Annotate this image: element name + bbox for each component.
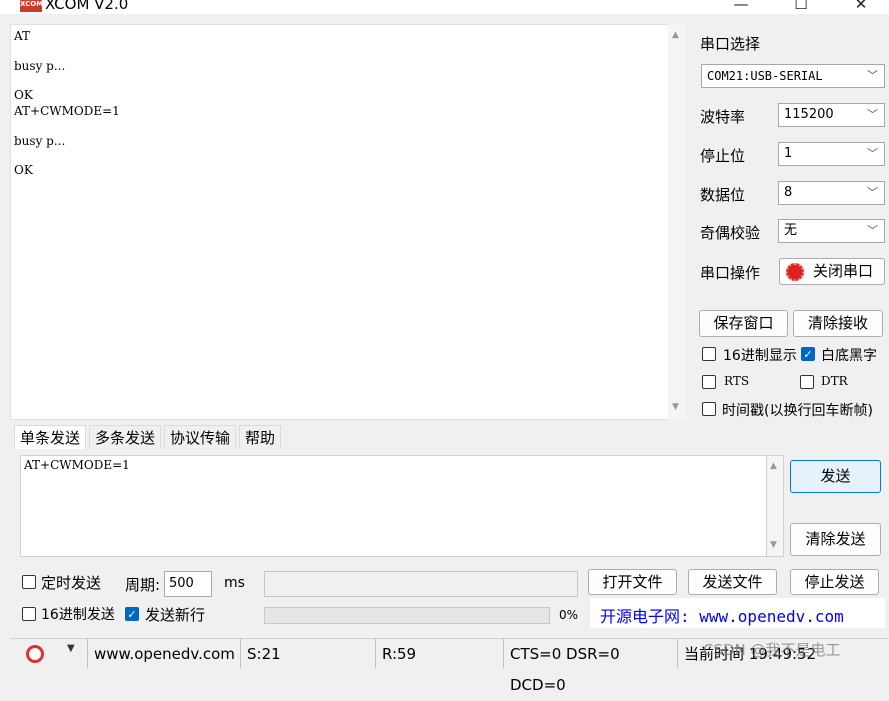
scroll-down-icon[interactable]: ▼ (770, 540, 777, 550)
rts-checkbox[interactable] (702, 375, 716, 389)
title-bar: XCOM XCOM V2.0 — ☐ ✕ (0, 0, 889, 14)
status-lines: CTS=0 DSR=0 DCD=0 (503, 639, 677, 694)
hex-send-checkbox[interactable] (22, 607, 36, 621)
open-file-button[interactable]: 打开文件 (588, 569, 677, 595)
hex-display-checkbox[interactable] (702, 347, 716, 361)
recv-line: OK (14, 88, 33, 102)
port-value: COM21:USB-SERIAL (707, 69, 823, 83)
tab-help[interactable]: 帮助 (239, 425, 282, 449)
watermark: CSDN @我不是电工 (703, 641, 841, 659)
status-received: R:59 (375, 639, 503, 668)
stop-bits-value: 1 (784, 146, 793, 161)
record-icon[interactable] (26, 645, 44, 663)
stop-bits-label: 停止位 (700, 147, 746, 165)
send-button[interactable]: 发送 (790, 460, 881, 493)
port-select[interactable]: COM21:USB-SERIAL ﹀ (701, 64, 885, 88)
scroll-up-icon[interactable]: ▲ (770, 461, 777, 471)
send-textarea[interactable]: AT+CWMODE=1 (20, 455, 768, 557)
baud-label: 波特率 (700, 108, 746, 126)
recv-line: busy p... (14, 59, 66, 73)
stop-icon (786, 263, 804, 281)
parity-value: 无 (784, 223, 798, 238)
recv-line: OK (14, 163, 33, 177)
clear-receive-button[interactable]: 清除接收 (793, 310, 883, 337)
send-text: AT+CWMODE=1 (24, 458, 130, 472)
port-select-label: 串口选择 (700, 35, 761, 53)
chevron-down-icon[interactable]: ▼ (67, 643, 75, 654)
status-sent: S:21 (240, 639, 375, 668)
baud-select[interactable]: 115200 ﹀ (778, 103, 885, 127)
data-bits-select[interactable]: 8 ﹀ (778, 181, 885, 205)
tab-protocol[interactable]: 协议传输 (164, 425, 237, 449)
minimize-button[interactable]: — (718, 0, 764, 14)
chevron-down-icon: ﹀ (867, 186, 878, 199)
parity-select[interactable]: 无 ﹀ (778, 219, 885, 243)
stop-send-button[interactable]: 停止发送 (790, 569, 879, 595)
maximize-button[interactable]: ☐ (778, 0, 824, 14)
file-path-field[interactable] (264, 571, 578, 597)
app-icon: XCOM (20, 0, 43, 12)
progress-text: 0% (559, 608, 579, 622)
receive-textarea[interactable]: AT busy p... OK AT+CWMODE=1 busy p... OK (10, 24, 670, 420)
status-url[interactable]: www.openedv.com (87, 639, 239, 668)
recv-line: AT (14, 29, 31, 43)
chevron-down-icon: ﹀ (867, 69, 878, 82)
site-banner-text: 开源电子网: www.openedv.com (600, 607, 844, 626)
timed-send-label: 定时发送 (41, 574, 102, 592)
close-button[interactable]: ✕ (838, 0, 884, 14)
baud-value: 115200 (784, 107, 834, 122)
data-bits-value: 8 (784, 185, 793, 200)
site-banner[interactable]: 开源电子网: www.openedv.com (590, 598, 885, 628)
rts-label: RTS (724, 374, 750, 388)
white-bg-checkbox[interactable]: ✓ (801, 347, 815, 361)
hex-display-label: 16进制显示 (723, 348, 797, 364)
send-newline-label: 发送新行 (145, 606, 206, 624)
scroll-up-icon[interactable]: ▲ (672, 30, 679, 40)
timed-send-checkbox[interactable] (22, 575, 36, 589)
period-input[interactable]: 500 (164, 571, 212, 597)
close-port-label: 关闭串口 (812, 262, 873, 280)
hex-send-label: 16进制发送 (41, 607, 115, 623)
dtr-checkbox[interactable] (800, 375, 814, 389)
data-bits-label: 数据位 (700, 186, 746, 204)
clear-send-button[interactable]: 清除发送 (790, 523, 881, 556)
chevron-down-icon: ﹀ (867, 224, 878, 237)
receive-scrollbar[interactable]: ▲ ▼ (668, 24, 686, 420)
timestamp-label: 时间戳(以换行回车断帧) (722, 403, 873, 419)
recv-line: busy p... (14, 134, 66, 148)
period-label: 周期: (125, 576, 161, 594)
chevron-down-icon: ﹀ (867, 147, 878, 160)
save-window-button[interactable]: 保存窗口 (699, 310, 788, 337)
chevron-down-icon: ﹀ (867, 108, 878, 121)
white-bg-label: 白底黑字 (821, 348, 877, 364)
timestamp-checkbox[interactable] (702, 402, 716, 416)
period-unit: ms (224, 575, 245, 591)
send-progress-bar (264, 607, 550, 624)
stop-bits-select[interactable]: 1 ﹀ (778, 142, 885, 166)
status-bar: ▼ www.openedv.com S:21 R:59 CTS=0 DSR=0 … (10, 638, 889, 694)
window-title: XCOM V2.0 (45, 0, 129, 13)
dtr-label: DTR (821, 374, 848, 388)
close-port-button[interactable]: 关闭串口 (779, 258, 885, 285)
send-scrollbar[interactable]: ▲ ▼ (766, 455, 784, 557)
tab-single-send[interactable]: 单条发送 (14, 425, 87, 449)
scroll-down-icon[interactable]: ▼ (672, 402, 679, 412)
port-op-label: 串口操作 (700, 264, 761, 282)
send-newline-checkbox[interactable]: ✓ (125, 607, 139, 621)
send-file-button[interactable]: 发送文件 (688, 569, 777, 595)
parity-label: 奇偶校验 (700, 224, 761, 242)
recv-line: AT+CWMODE=1 (14, 104, 120, 118)
tab-multi-send[interactable]: 多条发送 (89, 425, 162, 449)
